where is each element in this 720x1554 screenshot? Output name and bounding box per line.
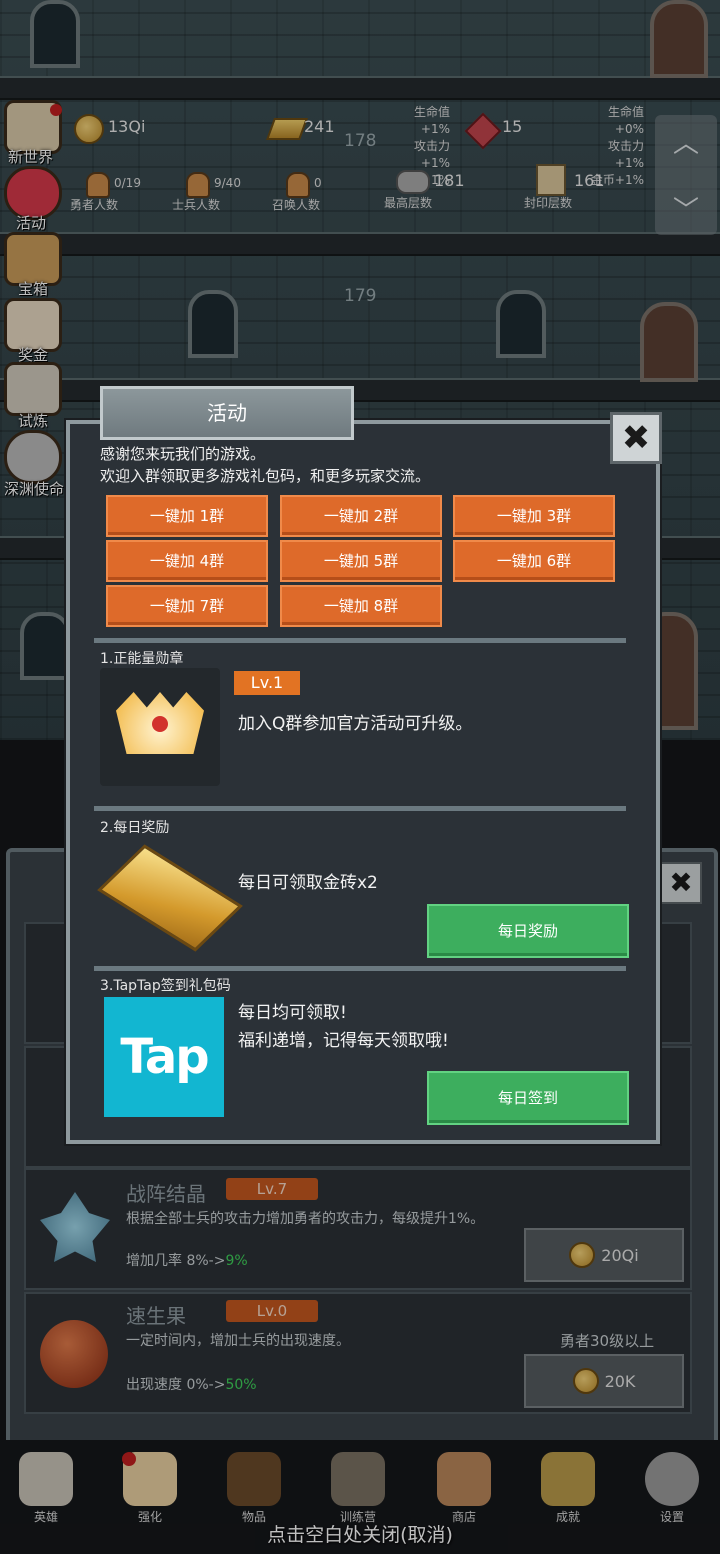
join-group-3-button[interactable]: 一键加 3群 [453,495,615,537]
taptap-logo: Tap [104,997,224,1117]
join-group-4-button[interactable]: 一键加 4群 [106,540,268,582]
section-divider [94,966,626,971]
taptap-text: 每日均可领取! [238,1003,347,1023]
join-group-8-button[interactable]: 一键加 8群 [280,585,442,627]
medal-frame [100,668,220,786]
join-group-2-button[interactable]: 一键加 2群 [280,495,442,537]
close-button[interactable]: ✖ [610,412,662,464]
daily-reward-text: 每日可领取金砖x2 [238,873,378,893]
medal-level-badge: Lv.1 [234,671,300,695]
join-group-5-button[interactable]: 一键加 5群 [280,540,442,582]
join-group-7-button[interactable]: 一键加 7群 [106,585,268,627]
join-group-1-button[interactable]: 一键加 1群 [106,495,268,537]
section-divider [94,806,626,811]
section-title: 2.每日奖励 [100,820,170,836]
taptap-text: 福利递增，记得每天领取哦! [238,1031,449,1051]
section-title: 1.正能量勋章 [100,651,184,667]
modal-title-tab: 活动 [100,386,354,440]
intro-text: 感谢您来玩我们的游戏。 [100,445,266,463]
medal-description: 加入Q群参加官方活动可升级。 [238,714,473,734]
daily-reward-button[interactable]: 每日奖励 [427,904,629,958]
daily-checkin-button[interactable]: 每日签到 [427,1071,629,1125]
section-title: 3.TapTap签到礼包码 [100,978,231,994]
join-group-6-button[interactable]: 一键加 6群 [453,540,615,582]
section-divider [94,638,626,643]
jewel-icon [152,716,168,732]
intro-text: 欢迎入群领取更多游戏礼包码，和更多玩家交流。 [100,467,431,485]
